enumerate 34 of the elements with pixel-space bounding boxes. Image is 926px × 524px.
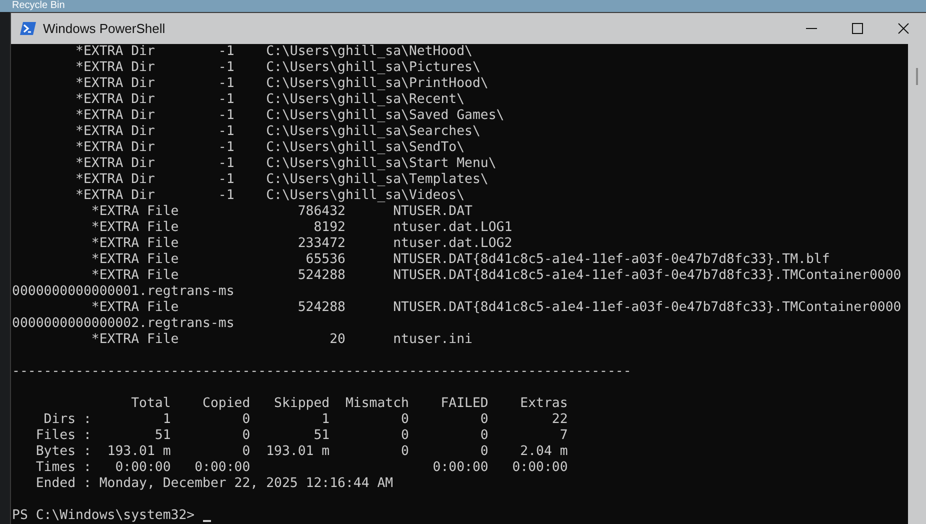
console-line: *EXTRA Dir -1 C:\Users\ghill_sa\PrintHood\ <box>74 76 488 92</box>
scrollbar[interactable] <box>908 44 926 524</box>
close-icon <box>898 23 908 34</box>
desktop-icon-label[interactable]: Recycle Bin <box>12 0 65 12</box>
prompt: PS C:\Windows\system32> <box>12 508 196 524</box>
console-line: Ended : Monday, December 22, 2025 12:16:44 AM <box>34 476 394 492</box>
console-line: Files : 51 0 51 0 0 7 <box>34 428 568 444</box>
terminal-icon <box>20 22 36 35</box>
console-line: *EXTRA Dir -1 C:\Users\ghill_sa\Saved Games\ <box>74 108 504 124</box>
console-line: *EXTRA Dir -1 C:\Users\ghill_sa\Searches\ <box>74 124 480 140</box>
console-line: *EXTRA File 65536 NTUSER.DAT{8d41c8c5-a1e4-11ef-a03f-0e47b7d8fc33}.TM.blf <box>90 252 830 268</box>
console-line: Bytes : 193.01 m 0 193.01 m 0 0 2.04 m <box>34 444 568 460</box>
console-line: Dirs : 1 0 1 0 0 22 <box>42 412 568 428</box>
console-line: *EXTRA File 524288 NTUSER.DAT{8d41c8c5-a1e4-11ef-a03f-0e47b7d8fc33}.TMContainer0000 <box>90 268 902 284</box>
console-line: *EXTRA File 786432 NTUSER.DAT <box>90 204 472 220</box>
console-line: *EXTRA Dir -1 C:\Users\ghill_sa\Start Menu\ <box>74 156 496 172</box>
console-line: *EXTRA Dir -1 C:\Users\ghill_sa\Templates\ <box>74 172 488 188</box>
console-line: Total Copied Skipped Mismatch FAILED Extras <box>130 396 568 412</box>
console-line: 0000000000000002.regtrans-ms <box>12 316 234 332</box>
console-line: *EXTRA File 20 ntuser.ini <box>90 332 472 348</box>
console-line: *EXTRA File 524288 NTUSER.DAT{8d41c8c5-a1e4-11ef-a03f-0e47b7d8fc33}.TMContainer0000 <box>90 300 902 316</box>
console-line: *EXTRA Dir -1 C:\Users\ghill_sa\NetHood\ <box>74 44 472 60</box>
console-line: *EXTRA Dir -1 C:\Users\ghill_sa\Pictures\ <box>74 60 480 76</box>
console-line: *EXTRA Dir -1 C:\Users\ghill_sa\Recent\ <box>74 92 465 108</box>
maximize-icon <box>852 23 862 34</box>
window-title: Windows PowerShell <box>43 20 166 38</box>
console-line: Times : 0:00:00 0:00:00 0:00:00 0:00:00 <box>34 460 568 476</box>
text-cursor <box>202 520 211 522</box>
console-line: 0000000000000001.regtrans-ms <box>12 284 234 300</box>
console-line: ------------------------------------------------------------------------------ <box>12 364 632 380</box>
console-line: *EXTRA Dir -1 C:\Users\ghill_sa\Videos\ <box>74 188 465 204</box>
console-line: *EXTRA File 233472 ntuser.dat.LOG2 <box>90 236 512 252</box>
console-line: *EXTRA File 8192 ntuser.dat.LOG1 <box>90 220 512 236</box>
console-line: *EXTRA Dir -1 C:\Users\ghill_sa\SendTo\ <box>74 140 465 156</box>
